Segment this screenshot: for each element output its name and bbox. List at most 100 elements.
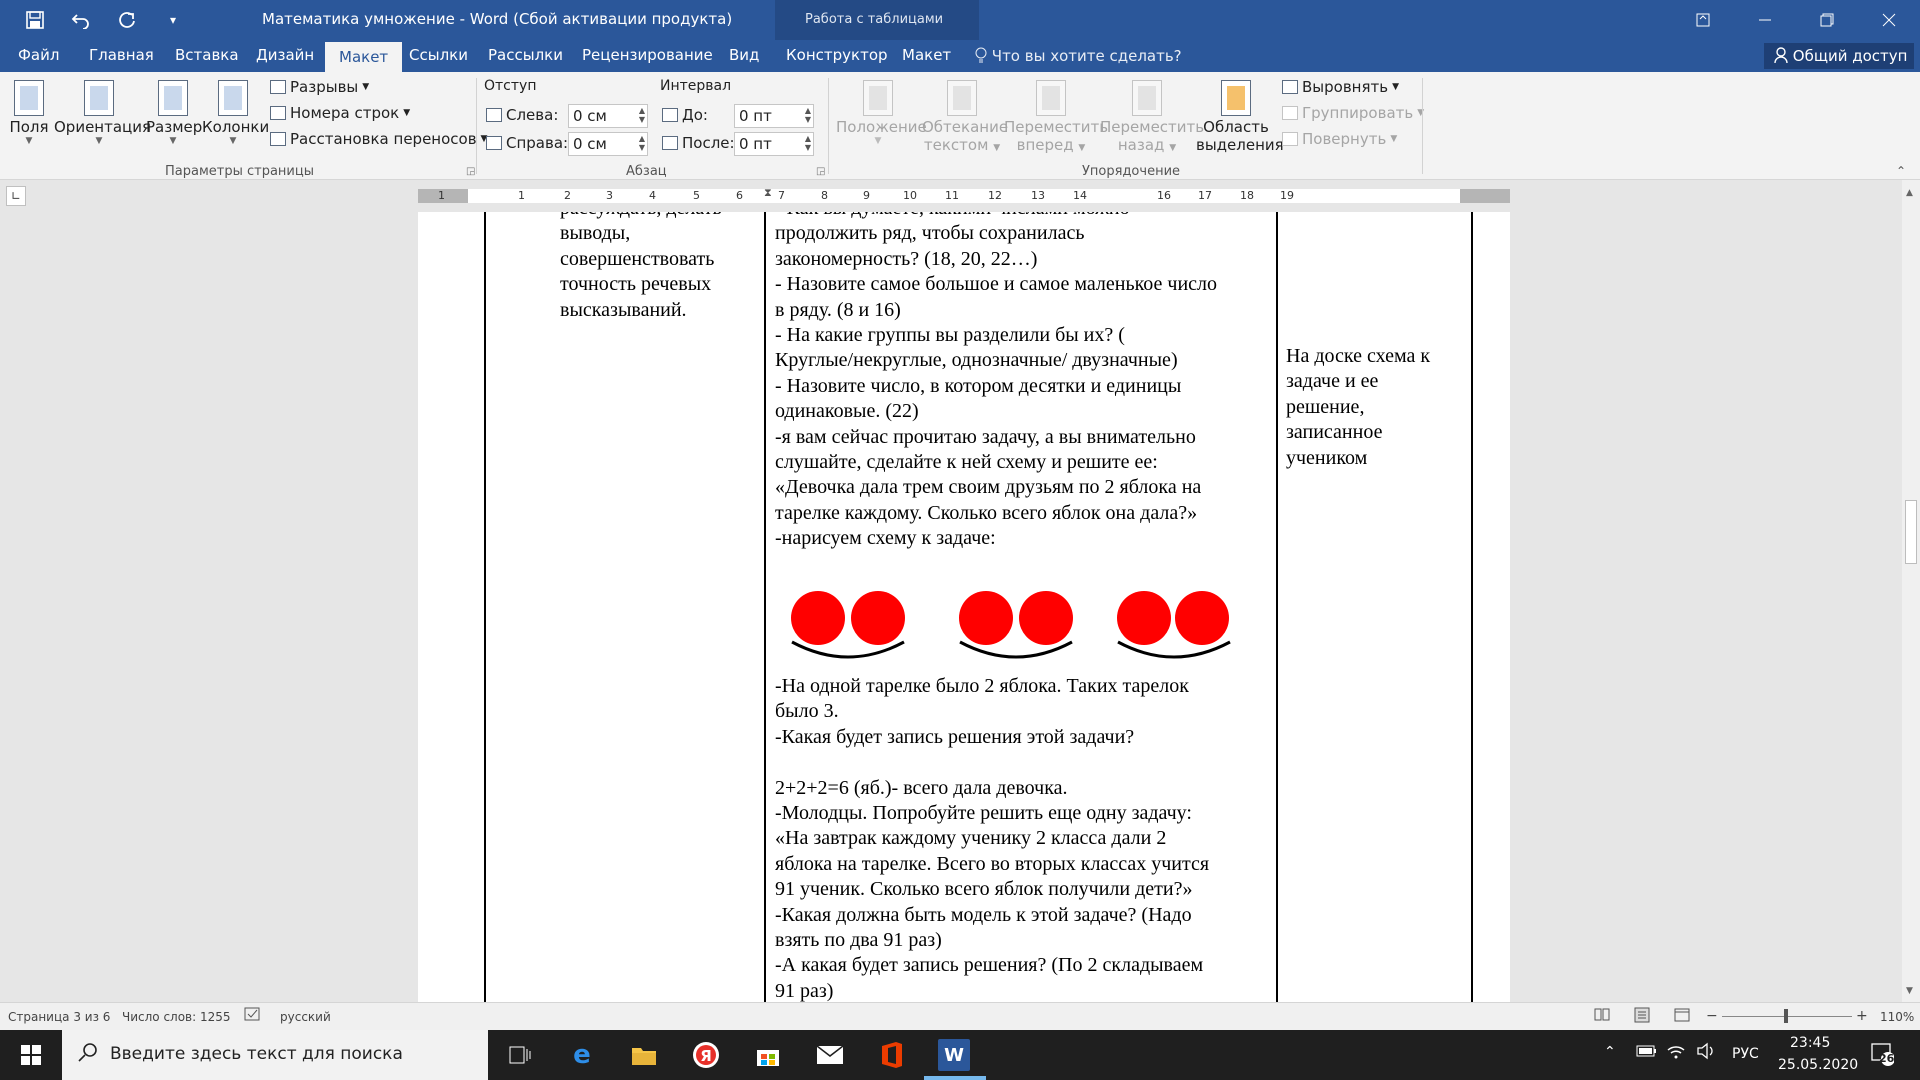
line-numbers-button[interactable]: Номера строк ▼ <box>270 104 410 122</box>
scroll-down-icon[interactable]: ▼ <box>1906 986 1913 996</box>
file-explorer-icon[interactable] <box>628 1039 660 1071</box>
page-setup-launcher-icon[interactable]: ◲ <box>466 166 475 177</box>
page[interactable]: рассуждать, делать выводы, совершенствов… <box>418 212 1510 1002</box>
share-button[interactable]: Общий доступ <box>1764 43 1914 69</box>
group-button[interactable]: Группировать ▼ <box>1282 104 1424 122</box>
undo-icon[interactable] <box>68 6 94 34</box>
horizontal-ruler[interactable]: 1 1 2 3 4 5 6 7 8 9 10 11 12 13 14 16 17 18 19 ⧗ <box>418 186 1510 203</box>
size-button[interactable]: Размер ▼ <box>146 74 202 146</box>
table-cell-notes[interactable]: На доске схема к задаче и ее решение, за… <box>1286 344 1430 471</box>
tab-table-design[interactable]: Конструктор <box>786 46 888 64</box>
collapse-ribbon-icon[interactable]: ⌃ <box>1896 164 1906 178</box>
minimize-icon[interactable] <box>1734 0 1796 40</box>
paragraph-launcher-icon[interactable]: ◲ <box>816 166 825 177</box>
language-indicator[interactable]: русский <box>280 1010 331 1024</box>
chevron-down-icon: ▼ <box>1078 143 1086 153</box>
print-layout-icon[interactable] <box>1634 1007 1650 1026</box>
tab-home[interactable]: Главная <box>89 46 154 64</box>
indent-left-text: Слева: <box>506 106 559 124</box>
read-mode-icon[interactable] <box>1594 1007 1610 1024</box>
table-cell-activity[interactable]: - Как вы думаете, какими числами можно п… <box>775 212 1217 552</box>
zoom-slider-thumb[interactable] <box>1784 1009 1788 1023</box>
word-count[interactable]: Число слов: 1255 <box>122 1010 231 1024</box>
chevron-down-icon: ▼ <box>25 136 33 146</box>
scroll-up-icon[interactable]: ▲ <box>1906 188 1913 198</box>
zoom-out-icon[interactable]: − <box>1706 1008 1718 1024</box>
office-icon[interactable] <box>876 1039 908 1071</box>
save-icon[interactable] <box>22 6 48 34</box>
spinner-arrows-icon[interactable]: ▲ ▼ <box>805 106 811 124</box>
start-button[interactable] <box>0 1030 62 1080</box>
show-hidden-icons[interactable]: ⌃ <box>1604 1044 1616 1060</box>
input-language[interactable]: РУС <box>1732 1046 1759 1062</box>
apple-scheme-drawing[interactable] <box>778 582 1258 682</box>
breaks-button[interactable]: Разрывы ▼ <box>270 78 369 96</box>
indent-left-input[interactable]: 0 см ▲ ▼ <box>568 104 648 128</box>
table-cell-goals[interactable]: рассуждать, делать выводы, совершенствов… <box>560 212 722 323</box>
tab-mailings[interactable]: Рассылки <box>488 46 563 64</box>
tab-selector-icon[interactable]: ∟ <box>6 186 26 206</box>
zoom-level[interactable]: 110% <box>1880 1010 1914 1024</box>
align-button[interactable]: Выровнять ▼ <box>1282 78 1399 96</box>
close-icon[interactable] <box>1858 0 1920 40</box>
wifi-icon[interactable] <box>1666 1042 1686 1064</box>
columns-label: Колонки <box>202 118 270 136</box>
tab-layout[interactable]: Макет <box>325 42 403 72</box>
send-backward-button[interactable]: Переместить назад ▼ <box>1100 74 1204 157</box>
battery-icon[interactable] <box>1636 1044 1658 1062</box>
tab-view[interactable]: Вид <box>729 46 759 64</box>
plate-group-1 <box>791 591 905 659</box>
tab-review[interactable]: Рецензирование <box>582 46 713 64</box>
spinner-arrows-icon[interactable]: ▲ ▼ <box>639 106 645 124</box>
ribbon-display-icon[interactable] <box>1672 0 1734 40</box>
restore-icon[interactable] <box>1796 0 1858 40</box>
clock-date[interactable]: 25.05.2020 <box>1778 1057 1858 1073</box>
taskbar-search[interactable]: Введите здесь текст для поиска <box>62 1030 488 1080</box>
tab-table-layout[interactable]: Макет <box>902 46 951 64</box>
mail-icon[interactable] <box>814 1039 846 1071</box>
bring-forward-button[interactable]: Переместить вперед ▼ <box>1004 74 1108 157</box>
table-cell-activity-continued[interactable]: -На одной тарелке было 2 яблока. Таких т… <box>775 674 1209 1002</box>
document-area[interactable]: рассуждать, делать выводы, совершенствов… <box>0 212 1902 1002</box>
indent-right-input[interactable]: 0 см ▲ ▼ <box>568 132 648 156</box>
line-numbers-icon <box>270 106 286 120</box>
clock-time[interactable]: 23:45 <box>1790 1035 1830 1051</box>
chevron-down-icon: ▼ <box>874 136 882 146</box>
tab-file[interactable]: Файл <box>18 46 59 64</box>
text-line: 2+2+2=6 (яб.)- всего дала девочка. <box>775 776 1068 799</box>
columns-button[interactable]: Колонки ▼ <box>202 74 269 146</box>
orientation-button[interactable]: Ориентация ▼ <box>54 74 151 146</box>
selection-pane-button[interactable]: Область выделения <box>1196 74 1284 154</box>
indent-right-text: Справа: <box>506 134 569 152</box>
yandex-browser-icon[interactable]: Я <box>690 1039 722 1071</box>
tab-design[interactable]: Дизайн <box>256 46 314 64</box>
page-count[interactable]: Страница 3 из 6 <box>8 1010 110 1024</box>
vertical-scrollbar[interactable]: ▲ ▼ <box>1902 180 1920 1002</box>
zoom-in-icon[interactable]: + <box>1856 1008 1868 1024</box>
proofing-icon[interactable] <box>244 1007 262 1026</box>
redo-icon[interactable] <box>114 6 140 34</box>
position-button[interactable]: Положение ▼ <box>836 74 927 146</box>
spacing-after-input[interactable]: 0 пт ▲ ▼ <box>734 132 814 156</box>
tab-references[interactable]: Ссылки <box>409 46 468 64</box>
edge-browser-icon[interactable]: e <box>566 1039 598 1071</box>
spacing-before-input[interactable]: 0 пт ▲ ▼ <box>734 104 814 128</box>
store-icon[interactable] <box>752 1039 784 1071</box>
tell-me-search[interactable]: Что вы хотите сделать? <box>975 47 1182 65</box>
orientation-icon <box>84 80 114 116</box>
task-view-icon[interactable] <box>504 1039 536 1071</box>
apple-icon <box>1117 591 1171 645</box>
indent-marker-icon[interactable]: ⧗ <box>764 186 772 200</box>
margins-button[interactable]: Поля ▼ <box>8 74 50 146</box>
rotate-button[interactable]: Повернуть ▼ <box>1282 130 1397 148</box>
wrap-text-button[interactable]: Обтекание текстом ▼ <box>922 74 1008 157</box>
volume-icon[interactable] <box>1696 1042 1716 1064</box>
scroll-thumb[interactable] <box>1905 500 1917 564</box>
hyphenation-button[interactable]: Расстановка переносов ▼ <box>270 130 487 148</box>
word-app-icon[interactable]: W <box>938 1039 970 1071</box>
tab-insert[interactable]: Вставка <box>175 46 239 64</box>
spinner-arrows-icon[interactable]: ▲ ▼ <box>805 134 811 152</box>
spinner-arrows-icon[interactable]: ▲ ▼ <box>639 134 645 152</box>
customize-qat-icon[interactable]: ▾ <box>160 6 186 34</box>
web-layout-icon[interactable] <box>1674 1007 1690 1026</box>
